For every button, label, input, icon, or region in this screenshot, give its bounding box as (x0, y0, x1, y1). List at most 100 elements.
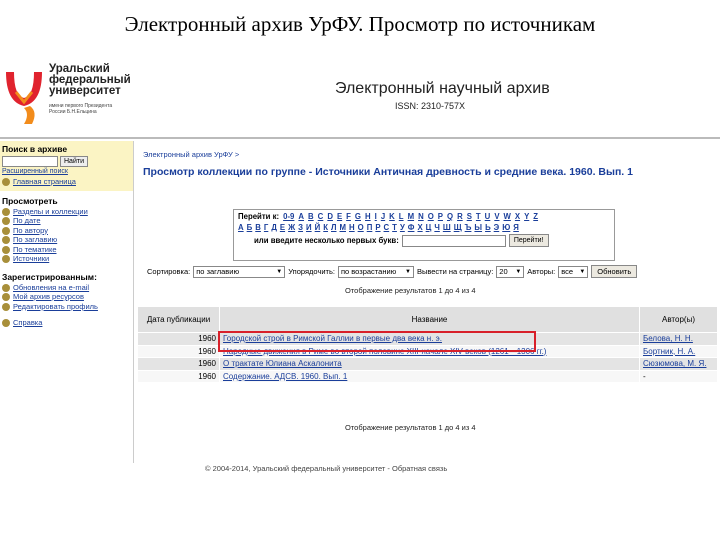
cyrillic-letter-link[interactable]: Ц (426, 223, 432, 232)
sidebar-item-home[interactable]: Главная страница (2, 177, 131, 187)
sidebar-item-by-subject[interactable]: По тематике (2, 245, 131, 255)
row-title-link[interactable]: О трактате Юлиана Аскалонита (223, 359, 342, 368)
latin-letter-link[interactable]: P (438, 212, 443, 221)
latin-letter-link[interactable]: E (337, 212, 342, 221)
row-author-link[interactable]: Белова, Н. Н. (643, 334, 693, 343)
cyrillic-letter-link[interactable]: Е (280, 223, 285, 232)
sidebar-item-help[interactable]: Справка (2, 318, 131, 328)
latin-letter-link[interactable]: T (476, 212, 481, 221)
latin-letter-link[interactable]: K (389, 212, 395, 221)
latin-letter-link[interactable]: S (467, 212, 472, 221)
latin-letter-link[interactable]: A (298, 212, 304, 221)
latin-letter-link[interactable]: N (418, 212, 424, 221)
cyrillic-letter-link[interactable]: Щ (454, 223, 462, 232)
breadcrumb[interactable]: Электронный архив УрФУ > (143, 150, 720, 159)
sidebar-item-by-title[interactable]: По заглавию (2, 235, 131, 245)
latin-letter-link[interactable]: Q (447, 212, 453, 221)
cyrillic-letter-link[interactable]: Ы (474, 223, 482, 232)
column-header-date[interactable]: Дата публикации (137, 306, 220, 333)
authors-select[interactable]: все ▼ (558, 265, 589, 278)
row-title-link[interactable]: Содержание. АДСВ. 1960. Вып. 1 (223, 372, 347, 381)
latin-letter-link[interactable]: D (327, 212, 333, 221)
main-content: Электронный архив УрФУ > Просмотр коллек… (137, 141, 720, 463)
latin-letter-link[interactable]: H (365, 212, 371, 221)
cyrillic-letter-link[interactable]: Ю (502, 223, 510, 232)
cyrillic-letter-link[interactable]: Д (271, 223, 277, 232)
advanced-search-link[interactable]: Расширенный поиск (2, 167, 131, 177)
latin-letter-link[interactable]: B (308, 212, 314, 221)
cyrillic-letter-link[interactable]: Э (494, 223, 500, 232)
cyrillic-letter-link[interactable]: Ъ (465, 223, 472, 232)
latin-letter-link[interactable]: G (355, 212, 361, 221)
cyrillic-letter-link[interactable]: Ь (485, 223, 491, 232)
cyrillic-letter-link[interactable]: Ш (443, 223, 451, 232)
site-header: Уральский федеральный университет имени … (0, 58, 720, 139)
table-row: 1960 Содержание. АДСВ. 1960. Вып. 1 - (137, 369, 718, 383)
header-divider (0, 137, 720, 139)
cyrillic-letter-link[interactable]: Я (513, 223, 519, 232)
bullet-icon (2, 226, 10, 235)
sidebar: Поиск в архиве Найти Расширенный поиск Г… (0, 141, 134, 463)
cyrillic-letter-link[interactable]: У (400, 223, 405, 232)
logo-text: Уральский федеральный университет (49, 63, 131, 97)
latin-letter-link[interactable]: Z (533, 212, 538, 221)
cyrillic-letter-link[interactable]: Б (247, 223, 253, 232)
sidebar-item-sources[interactable]: Источники (2, 254, 131, 264)
latin-letter-link[interactable]: F (346, 212, 351, 221)
latin-letter-link[interactable]: Y (524, 212, 529, 221)
sidebar-item-edit-profile[interactable]: Редактировать профиль (2, 302, 131, 312)
latin-letter-link[interactable]: X (515, 212, 520, 221)
bullet-icon (2, 302, 10, 311)
cyrillic-letter-link[interactable]: Ч (434, 223, 439, 232)
cyrillic-letter-link[interactable]: С (384, 223, 390, 232)
column-header-title[interactable]: Название (219, 306, 640, 333)
row-author: Бортник, Н. А. (639, 344, 718, 358)
cyrillic-letter-link[interactable]: О (358, 223, 364, 232)
cyrillic-letter-link[interactable]: Т (392, 223, 397, 232)
cyrillic-letter-link[interactable]: Н (349, 223, 355, 232)
cyrillic-letter-link[interactable]: И (306, 223, 312, 232)
order-select[interactable]: по возрастанию ▼ (337, 265, 414, 278)
cyrillic-letter-link[interactable]: А (238, 223, 244, 232)
latin-letter-link[interactable]: I (375, 212, 377, 221)
latin-letter-link[interactable]: V (494, 212, 499, 221)
latin-letter-link[interactable]: O (428, 212, 434, 221)
latin-letter-link[interactable]: M (408, 212, 415, 221)
cyrillic-letter-link[interactable]: П (367, 223, 373, 232)
latin-letter-link[interactable]: L (399, 212, 404, 221)
sidebar-item-by-date[interactable]: По дате (2, 216, 131, 226)
cyrillic-letter-link[interactable]: З (298, 223, 303, 232)
sidebar-item-collections[interactable]: Разделы и коллекции (2, 207, 131, 217)
per-page-select[interactable]: 20 ▼ (496, 265, 525, 278)
cyrillic-letter-link[interactable]: Ф (408, 223, 415, 232)
cyrillic-letter-link[interactable]: Й (315, 223, 321, 232)
column-header-author[interactable]: Автор(ы) (639, 306, 718, 333)
footer: © 2004-2014, Уральский федеральный униве… (205, 464, 448, 473)
cyrillic-letter-link[interactable]: Л (331, 223, 336, 232)
latin-letter-link[interactable]: R (457, 212, 463, 221)
latin-letter-link[interactable]: 0-9 (283, 212, 294, 221)
sidebar-item-by-author[interactable]: По автору (2, 226, 131, 236)
update-button[interactable]: Обновить (591, 265, 638, 278)
row-author-link[interactable]: Бортник, Н. А. (643, 347, 695, 356)
sidebar-item-my-archive[interactable]: Мой архив ресурсов (2, 292, 131, 302)
cyrillic-letter-link[interactable]: Ж (288, 223, 295, 232)
cyrillic-letter-link[interactable]: К (323, 223, 328, 232)
cyrillic-letter-link[interactable]: Г (264, 223, 268, 232)
sort-select[interactable]: по заглавию ▼ (193, 265, 286, 278)
latin-letter-link[interactable]: W (504, 212, 511, 221)
chevron-down-icon: ▼ (579, 268, 586, 275)
search-button[interactable]: Найти (60, 156, 88, 167)
jump-button[interactable]: Перейти! (508, 234, 549, 247)
latin-letter-link[interactable]: U (485, 212, 491, 221)
cyrillic-letter-link[interactable]: Х (417, 223, 422, 232)
search-input[interactable] (2, 156, 58, 167)
latin-letter-link[interactable]: J (381, 212, 385, 221)
cyrillic-letter-link[interactable]: М (340, 223, 347, 232)
first-letters-input[interactable] (401, 234, 506, 247)
latin-letter-link[interactable]: C (318, 212, 324, 221)
row-author-link[interactable]: Сюзюмова, М. Я. (643, 359, 706, 368)
cyrillic-letter-link[interactable]: Р (375, 223, 380, 232)
cyrillic-letter-link[interactable]: В (255, 223, 261, 232)
sidebar-item-email-updates[interactable]: Обновления на e-mail (2, 283, 131, 293)
